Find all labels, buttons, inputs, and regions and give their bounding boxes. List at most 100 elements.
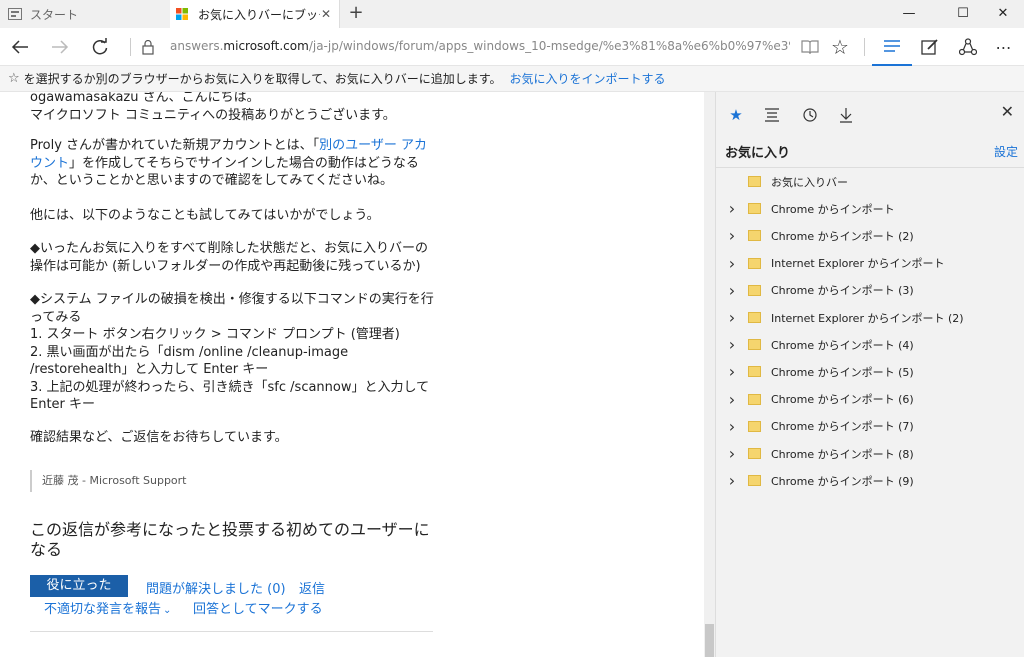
folder-icon — [748, 284, 761, 296]
download-icon — [840, 108, 852, 123]
tab-title: スタート — [30, 7, 79, 22]
folder-icon — [748, 393, 761, 405]
start-page-icon — [8, 8, 22, 20]
paragraph-text: 」を作成してそちらでサインインした場合の動作はどうなるか、ということかと思います… — [30, 155, 419, 189]
folder-label: Chrome からインポート (9) — [771, 474, 914, 488]
folder-label: Chrome からインポート (3) — [771, 284, 914, 298]
reply-link[interactable]: 返信 — [299, 578, 325, 597]
favorites-folder-item[interactable]: › Chrome からインポート (9) — [716, 467, 1024, 494]
book-icon — [801, 40, 819, 54]
new-tab-button[interactable]: + — [346, 3, 366, 25]
close-hub-icon[interactable]: ✕ — [1001, 102, 1014, 121]
hub-icon — [884, 40, 900, 52]
command-steps: ◆システム ファイルの破損を検出・修復する以下コマンドの実行を行ってみる 1. … — [30, 291, 435, 414]
paragraph-text: 1. スタート ボタン右クリック > コマンド プロンプト (管理者) — [30, 327, 400, 342]
favorites-folder-item[interactable]: お気に入りバー — [716, 168, 1024, 195]
chevron-right-icon[interactable]: › — [716, 417, 748, 436]
folder-label: Internet Explorer からインポート (2) — [771, 311, 964, 325]
folder-icon — [748, 312, 761, 323]
folder-label: Chrome からインポート (2) — [771, 229, 914, 243]
greeting-line: ogawamasakazu さん、こんにちは。 — [30, 92, 260, 105]
chevron-right-icon[interactable]: › — [716, 471, 748, 490]
tab-favorites[interactable]: ★ — [718, 100, 754, 130]
history-icon — [803, 108, 817, 122]
mark-answer-link[interactable]: 回答としてマークする — [193, 598, 323, 617]
folder-icon — [748, 176, 761, 187]
import-favorites-link[interactable]: お気に入りをインポートする — [510, 70, 666, 87]
star-icon: ☆ — [8, 71, 20, 86]
favorites-bar-hint-text: を選択するか別のブラウザーからお気に入りを取得して、お気に入りバーに追加します。 — [23, 72, 502, 86]
divider — [864, 38, 865, 56]
chevron-right-icon[interactable]: › — [716, 335, 748, 354]
chevron-right-icon[interactable]: › — [716, 308, 748, 327]
folder-icon — [748, 475, 761, 487]
chevron-right-icon[interactable]: › — [716, 254, 748, 273]
forward-arrow-icon — [52, 40, 69, 54]
chevron-right-icon[interactable]: › — [716, 199, 748, 218]
paragraph: 確認結果など、ご返信をお待ちしています。 — [30, 430, 288, 445]
close-window-button[interactable]: ✕ — [980, 0, 1024, 28]
report-label: 不適切な発言を報告 — [44, 602, 162, 617]
solved-link[interactable]: 問題が解決しました (0) — [146, 578, 286, 597]
reading-list-icon — [765, 108, 779, 122]
helpful-button[interactable]: 役に立った — [30, 575, 128, 597]
favorites-folder-item[interactable]: › Chrome からインポート (5) — [716, 358, 1024, 385]
microsoft-logo-icon — [176, 8, 190, 20]
hub-button[interactable] — [872, 28, 912, 66]
chevron-right-icon[interactable]: › — [716, 390, 748, 409]
folder-icon — [748, 339, 761, 351]
close-tab-icon[interactable]: ✕ — [321, 7, 331, 21]
folder-label: Chrome からインポート (8) — [771, 447, 914, 461]
favorites-folder-item[interactable]: › Chrome からインポート (6) — [716, 386, 1024, 413]
lock-icon[interactable] — [130, 28, 166, 66]
chevron-right-icon[interactable]: › — [716, 362, 748, 381]
chevron-right-icon[interactable]: › — [716, 226, 748, 245]
tab-reading-list[interactable] — [754, 100, 790, 130]
favorites-folder-item[interactable]: › Chrome からインポート — [716, 195, 1024, 222]
folder-icon — [748, 448, 761, 459]
add-favorite-button[interactable]: ☆ — [822, 28, 858, 66]
address-field[interactable]: answers.microsoft.com/ja-jp/windows/foru… — [170, 39, 790, 53]
paragraph-text: Proly さんが書かれていた新規アカウントとは、「 — [30, 138, 320, 153]
favorites-folder-item[interactable]: › Chrome からインポート (3) — [716, 277, 1024, 304]
favorites-folder-item[interactable]: › Internet Explorer からインポート (2) — [716, 304, 1024, 331]
folder-icon — [748, 420, 761, 432]
tab-start[interactable]: スタート — [0, 0, 170, 28]
navigation-bar: answers.microsoft.com/ja-jp/windows/foru… — [0, 28, 1024, 66]
page-scrollbar[interactable] — [704, 92, 715, 657]
report-link[interactable]: 不適切な発言を報告 ⌄ — [44, 598, 171, 617]
refresh-button[interactable] — [80, 28, 120, 66]
tab-history[interactable] — [792, 100, 828, 130]
web-note-button[interactable] — [910, 28, 950, 66]
favorites-folder-item[interactable]: › Chrome からインポート (2) — [716, 222, 1024, 249]
back-button[interactable] — [0, 28, 40, 66]
folder-label: Chrome からインポート (4) — [771, 338, 914, 352]
chevron-right-icon[interactable]: › — [716, 444, 748, 463]
url-domain: microsoft.com — [223, 39, 309, 53]
url-prefix: answers. — [170, 39, 224, 53]
pen-note-icon — [921, 39, 938, 55]
favorites-folder-item[interactable]: › Chrome からインポート (4) — [716, 331, 1024, 358]
favorites-folder-item[interactable]: › Chrome からインポート (8) — [716, 440, 1024, 467]
favorites-folder-item[interactable]: › Internet Explorer からインポート — [716, 250, 1024, 277]
chevron-right-icon[interactable]: › — [716, 281, 748, 300]
scrollbar-thumb[interactable] — [705, 624, 714, 657]
folder-icon — [748, 230, 761, 242]
folder-label: Internet Explorer からインポート — [771, 257, 945, 271]
favorites-folder-item[interactable]: › Chrome からインポート (7) — [716, 413, 1024, 440]
hub-title: お気に入り — [725, 146, 791, 161]
tab-strip: スタート お気に入りバーにブックマーク ✕ + — ☐ ✕ — [0, 0, 1024, 28]
hub-settings-link[interactable]: 設定 — [994, 143, 1018, 160]
tab-current[interactable]: お気に入りバーにブックマーク ✕ — [170, 0, 340, 28]
paragraph: 他には、以下のようなことも試してみてはいかがでしょう。 — [30, 208, 380, 223]
share-button[interactable] — [948, 28, 988, 66]
paragraph: Proly さんが書かれていた新規アカウントとは、「別のユーザー アカウント」を… — [30, 137, 435, 190]
vote-prompt: この返信が参考になったと投票する初めてのユーザーになる — [30, 520, 430, 559]
page-content: ogawamasakazu さん、こんにちは。 マイクロソフト コミュニティへの… — [0, 92, 704, 657]
forward-button[interactable] — [40, 28, 80, 66]
more-button[interactable]: ⋯ — [984, 28, 1024, 66]
folder-label: Chrome からインポート — [771, 202, 895, 216]
tab-downloads[interactable] — [828, 100, 864, 130]
chevron-down-icon: ⌄ — [163, 605, 172, 616]
minimize-button[interactable]: — — [886, 0, 932, 28]
